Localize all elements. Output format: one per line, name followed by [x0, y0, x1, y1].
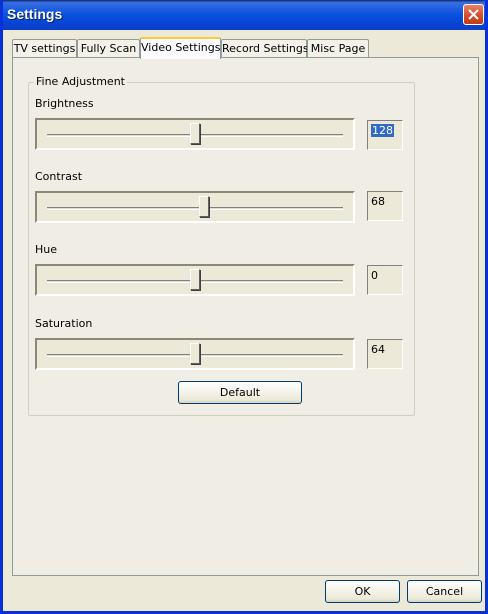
- settings-window: Settings TV settings Fully Scan Video Se…: [0, 0, 488, 614]
- brightness-value[interactable]: 128: [367, 120, 403, 150]
- brightness-slider-thumb[interactable]: [190, 123, 200, 144]
- hue-slider-thumb[interactable]: [190, 269, 200, 290]
- tab-fully-scan[interactable]: Fully Scan: [77, 39, 140, 58]
- fine-adjustment-legend: Fine Adjustment: [34, 75, 127, 88]
- tab-record-settings[interactable]: Record Settings: [221, 39, 309, 58]
- tab-misc-page[interactable]: Misc Page: [307, 39, 369, 58]
- saturation-slider-thumb[interactable]: [190, 343, 200, 364]
- saturation-slider[interactable]: [35, 338, 355, 370]
- contrast-label: Contrast: [35, 170, 83, 183]
- saturation-label: Saturation: [35, 317, 93, 330]
- tab-tv-settings[interactable]: TV settings: [12, 39, 77, 58]
- ok-button[interactable]: OK: [325, 580, 400, 603]
- hue-value[interactable]: 0: [367, 265, 403, 295]
- close-icon: [468, 9, 479, 20]
- video-settings-panel: Fine Adjustment Brightness 128 Contrast …: [12, 57, 479, 576]
- close-button[interactable]: [463, 4, 484, 25]
- window-title: Settings: [7, 6, 63, 22]
- contrast-slider-track: [47, 207, 343, 210]
- hue-slider[interactable]: [35, 264, 355, 296]
- fine-adjustment-group: Fine Adjustment Brightness 128 Contrast …: [28, 75, 415, 416]
- default-button[interactable]: Default: [178, 381, 302, 404]
- hue-label: Hue: [35, 243, 58, 256]
- contrast-slider[interactable]: [35, 191, 355, 223]
- cancel-button[interactable]: Cancel: [407, 580, 482, 603]
- contrast-value[interactable]: 68: [367, 191, 403, 221]
- saturation-value[interactable]: 64: [367, 339, 403, 369]
- tab-video-settings[interactable]: Video Settings: [140, 37, 221, 59]
- title-bar[interactable]: Settings: [3, 0, 485, 30]
- contrast-slider-thumb[interactable]: [199, 196, 209, 217]
- brightness-slider[interactable]: [35, 118, 355, 150]
- brightness-label: Brightness: [35, 97, 94, 110]
